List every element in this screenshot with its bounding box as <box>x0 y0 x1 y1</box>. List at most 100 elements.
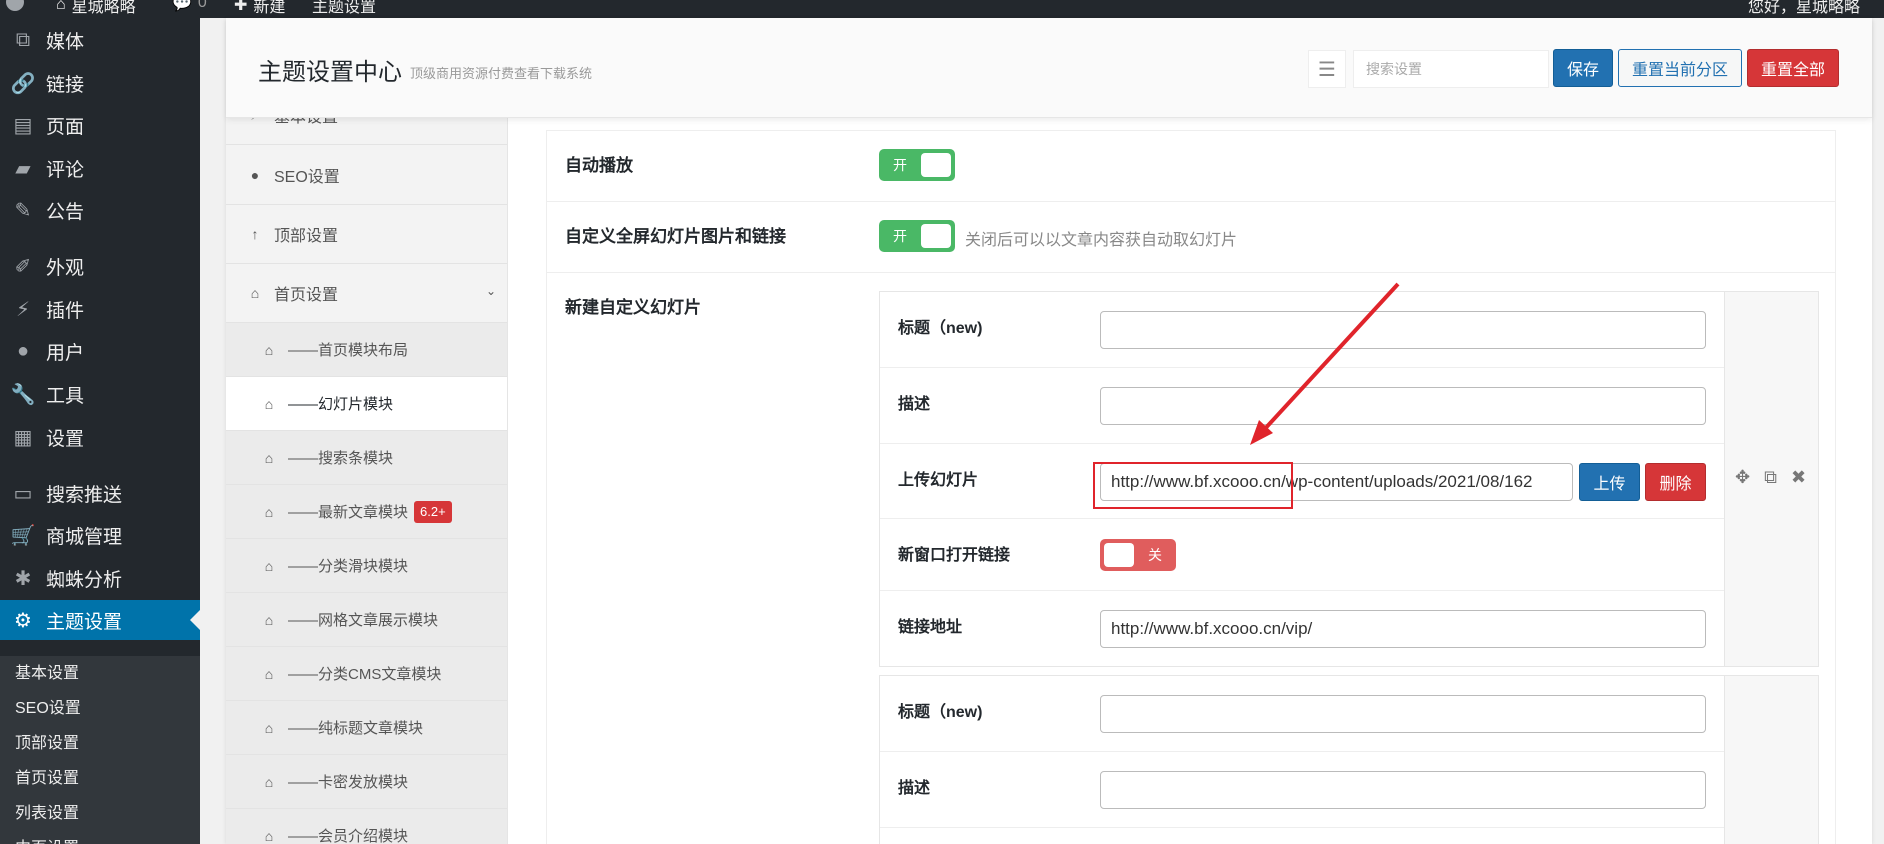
submenu-seo[interactable]: SEO设置 <box>0 691 200 726</box>
submenu-top[interactable]: 顶部设置 <box>0 726 200 761</box>
field-label: 描述 <box>898 396 931 413</box>
slide-desc-row: 描述 <box>880 752 1725 828</box>
plus-icon: ✚ <box>234 0 248 14</box>
submenu-list[interactable]: 列表设置 <box>0 796 200 831</box>
slide-link-input[interactable]: http://www.bf.xcooo.cn/vip/ <box>1100 610 1706 648</box>
nav-sub-slider[interactable]: ⌂ ——幻灯片模块 <box>226 377 507 431</box>
menu-item-plugins[interactable]: ⚡ 插件 <box>0 289 200 329</box>
circle-icon: ● <box>250 167 260 183</box>
menu-item-notices[interactable]: ✎ 公告 <box>0 190 200 230</box>
menu-item-settings[interactable]: ▦ 设置 <box>0 417 200 457</box>
upload-button[interactable]: 上传 <box>1579 463 1640 501</box>
menu-label: 工具 <box>46 385 85 407</box>
adminbar-site[interactable]: ⌂ 星城略略 <box>56 0 136 17</box>
new-label: 新建 <box>253 0 286 16</box>
menu-label: 评论 <box>46 159 85 181</box>
move-icon[interactable]: ✥ <box>1735 467 1750 488</box>
menu-item-shop[interactable]: 🛒 商城管理 <box>0 515 200 555</box>
slide-newwin-row: 新窗口打开链接 关 <box>880 519 1725 591</box>
home-icon: ⌂ <box>264 611 274 628</box>
slide-desc-input[interactable] <box>1100 387 1706 425</box>
nav-basic[interactable]: ⚡ 基本设置 <box>226 118 507 145</box>
home-icon: ⌂ <box>264 773 274 790</box>
slide-title-input[interactable] <box>1100 311 1706 349</box>
slide-title-row: 标题（new) <box>880 292 1725 368</box>
slide-title-input[interactable] <box>1100 695 1706 733</box>
adminbar-new[interactable]: ✚ 新建 <box>234 0 285 17</box>
slide-image-url-input[interactable]: http://www.bf.xcooo.cn/wp-content/upload… <box>1100 463 1573 501</box>
custom-fullscreen-toggle[interactable]: 开 <box>879 220 955 252</box>
arrow-up-icon: ↑ <box>251 226 259 242</box>
switch-text: 关 <box>1148 547 1162 563</box>
nav-label: 首页设置 <box>274 287 339 304</box>
wordpress-logo-icon[interactable] <box>6 0 24 11</box>
menu-item-users[interactable]: ● 用户 <box>0 331 200 371</box>
search-input[interactable] <box>1353 50 1549 88</box>
menu-label: 链接 <box>46 74 85 96</box>
reset-section-button[interactable]: 重置当前分区 <box>1618 49 1742 87</box>
delete-button[interactable]: 删除 <box>1645 463 1706 501</box>
menu-item-links[interactable]: 🔗 链接 <box>0 63 200 103</box>
submenu-inner[interactable]: 内页设置 <box>0 831 200 844</box>
menu-label: 主题设置 <box>46 611 123 633</box>
menu-label: 页面 <box>46 116 85 138</box>
new-window-toggle[interactable]: 关 <box>1100 539 1176 571</box>
menu-item-comments[interactable]: ▰ 评论 <box>0 148 200 188</box>
home-icon: ⌂ <box>264 557 274 574</box>
menu-label: 插件 <box>46 300 85 322</box>
slide-desc-input[interactable] <box>1100 771 1706 809</box>
slide-group: 标题（new) 描述 上传幻灯片 http://www.bf.xcooo.cn/… <box>879 291 1819 667</box>
menu-item-pages[interactable]: ▤ 页面 <box>0 105 200 145</box>
screen-icon: ▭ <box>13 482 33 505</box>
adminbar-account[interactable]: 您好，星城略略 <box>1748 0 1860 17</box>
nav-label: ——分类CMS文章模块 <box>288 666 442 683</box>
clone-icon[interactable]: ⧉ <box>1764 467 1777 488</box>
slide-title-row: 标题（new) <box>880 676 1725 752</box>
adminbar-theme-settings[interactable]: 主题设置 <box>312 0 376 17</box>
slide-group-actions: ✥ ⧉ ✖ <box>1724 292 1818 666</box>
menu-item-tools[interactable]: 🔧 工具 <box>0 374 200 414</box>
menu-item-appearance[interactable]: ✐ 外观 <box>0 246 200 286</box>
nav-sub-latest[interactable]: ⌂ ——最新文章模块 6.2+ <box>226 485 507 539</box>
nav-sub-grid[interactable]: ⌂ ——网格文章展示模块 <box>226 593 507 647</box>
close-icon[interactable]: ✖ <box>1791 467 1806 488</box>
nav-seo[interactable]: ● SEO设置 <box>226 146 507 205</box>
admin-menu: ⧉ 媒体 🔗 链接 ▤ 页面 ▰ 评论 ✎ 公告 ✐ 外观 ⚡ 插件 ● 用户 🔧 工具 ▦ 设置 … <box>0 18 200 844</box>
switch-text: 开 <box>893 228 907 244</box>
reset-all-button[interactable]: 重置全部 <box>1747 49 1839 87</box>
autoplay-toggle[interactable]: 开 <box>879 149 955 181</box>
page-title: 主题设置中心 <box>258 59 402 86</box>
field-new-slides: 新建自定义幻灯片 标题（new) 描述 上传幻灯片 http://www.bf.… <box>547 273 1835 844</box>
home-icon: ⌂ <box>264 719 274 736</box>
menu-item-media[interactable]: ⧉ 媒体 <box>0 20 200 60</box>
nav-home[interactable]: ⌂ 首页设置 ⌄ <box>226 264 507 323</box>
nav-top[interactable]: ↑ 顶部设置 <box>226 205 507 264</box>
menu-item-search-push[interactable]: ▭ 搜索推送 <box>0 473 200 513</box>
nav-sub-layout[interactable]: ⌂ ——首页模块布局 <box>226 323 507 377</box>
menu-label: 搜索推送 <box>46 484 123 506</box>
save-button[interactable]: 保存 <box>1553 49 1613 87</box>
field-label: 新窗口打开链接 <box>898 547 1011 564</box>
nav-label: ——卡密发放模块 <box>288 774 409 791</box>
expand-all-icon[interactable]: ☰ <box>1308 50 1346 88</box>
submenu-basic[interactable]: 基本设置 <box>0 656 200 691</box>
menu-item-theme-settings[interactable]: ⚙ 主题设置 <box>0 600 200 640</box>
nav-label: ——幻灯片模块 <box>288 396 394 413</box>
nav-label: ——网格文章展示模块 <box>288 612 439 629</box>
switch-knob <box>921 153 951 177</box>
submenu-home[interactable]: 首页设置 <box>0 761 200 796</box>
nav-sub-searchbar[interactable]: ⌂ ——搜索条模块 <box>226 431 507 485</box>
slide-upload-row: 上传幻灯片 http://www.bf.xcooo.cn/wp-content/… <box>880 444 1725 519</box>
field-autoplay: 自动播放 开 <box>547 131 1835 202</box>
home-icon: ⌂ <box>264 395 274 412</box>
field-label: 标题（new) <box>898 320 983 337</box>
nav-label: ——分类滑块模块 <box>288 558 409 575</box>
nav-sub-card[interactable]: ⌂ ——卡密发放模块 <box>226 755 507 809</box>
menu-item-spider[interactable]: ✱ 蜘蛛分析 <box>0 558 200 598</box>
nav-sub-title-only[interactable]: ⌂ ——纯标题文章模块 <box>226 701 507 755</box>
slide-group: 标题（new) 描述 <box>879 675 1819 844</box>
nav-sub-category-slider[interactable]: ⌂ ——分类滑块模块 <box>226 539 507 593</box>
nav-sub-cms[interactable]: ⌂ ——分类CMS文章模块 <box>226 647 507 701</box>
nav-sub-member[interactable]: ⌂ ——会员介绍模块 <box>226 809 507 844</box>
adminbar-comments[interactable]: 💬 0 <box>172 0 207 13</box>
